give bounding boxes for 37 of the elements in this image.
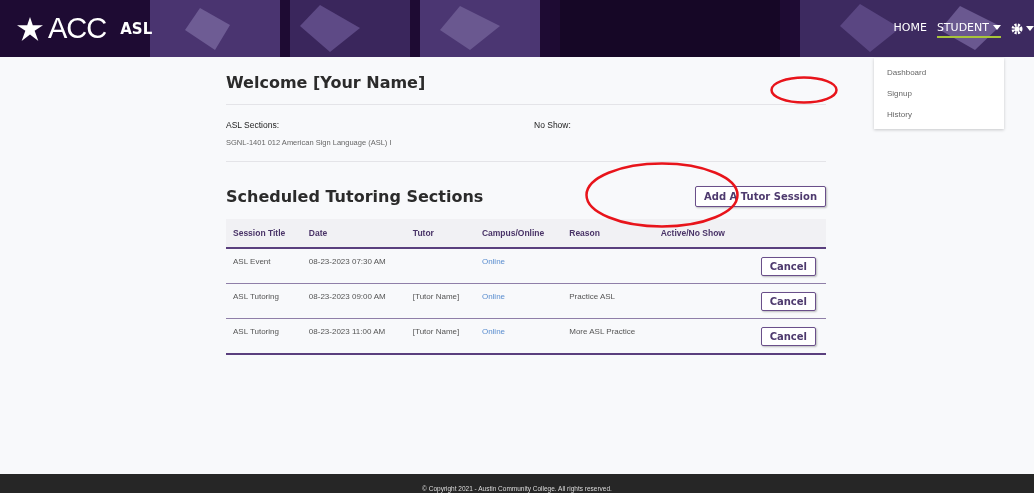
annotation-ellipse: [770, 76, 838, 104]
table-cell: ASL Tutoring: [233, 326, 279, 336]
gear-icon: [1011, 22, 1023, 35]
table-cell: More ASL Practice: [569, 326, 636, 336]
table-cell: Practice ASL: [569, 291, 616, 301]
column-header: Campus/Online: [474, 219, 563, 248]
nav-link[interactable]: STUDENT: [936, 19, 1001, 38]
section-title: Scheduled Tutoring Sections: [226, 187, 484, 206]
table-cell: [Tutor Name]: [412, 326, 460, 336]
table-cell: [Tutor Name]: [412, 291, 460, 301]
app-name: ASL: [120, 19, 153, 38]
field-label: No Show:: [534, 120, 572, 130]
column-header: Tutor: [405, 219, 475, 248]
column-header: Session Title: [226, 219, 302, 248]
column-header: Active/No Show: [653, 219, 744, 248]
star-logo-icon: [16, 15, 44, 42]
settings-button[interactable]: [1011, 22, 1034, 35]
menu-item[interactable]: Signup: [874, 83, 1004, 104]
field-label: ASL Sections:: [226, 120, 281, 130]
cancel-button[interactable]: Cancel: [760, 291, 816, 311]
logo-text: ACC: [48, 12, 107, 45]
cancel-button[interactable]: Cancel: [760, 256, 816, 276]
column-header: Date: [301, 219, 406, 248]
nav-link[interactable]: HOME: [893, 19, 927, 38]
column-header: Reason: [562, 219, 654, 248]
online-link[interactable]: Online: [481, 291, 506, 301]
menu-item[interactable]: Dashboard: [874, 62, 1004, 83]
table-cell: 08-23-2023 07:30 AM: [308, 256, 386, 266]
online-link[interactable]: Online: [481, 326, 506, 336]
table-cell: 08-23-2023 09:00 AM: [308, 291, 386, 301]
table-cell: ASL Tutoring: [233, 291, 279, 301]
table-cell: 08-23-2023 11:00 AM: [308, 326, 386, 336]
page-title: Welcome [Your Name]: [226, 73, 826, 105]
menu-item[interactable]: History: [874, 104, 1004, 125]
online-link[interactable]: Online: [481, 256, 506, 266]
table-cell: ASL Event: [233, 256, 271, 266]
cancel-button[interactable]: Cancel: [760, 326, 816, 346]
